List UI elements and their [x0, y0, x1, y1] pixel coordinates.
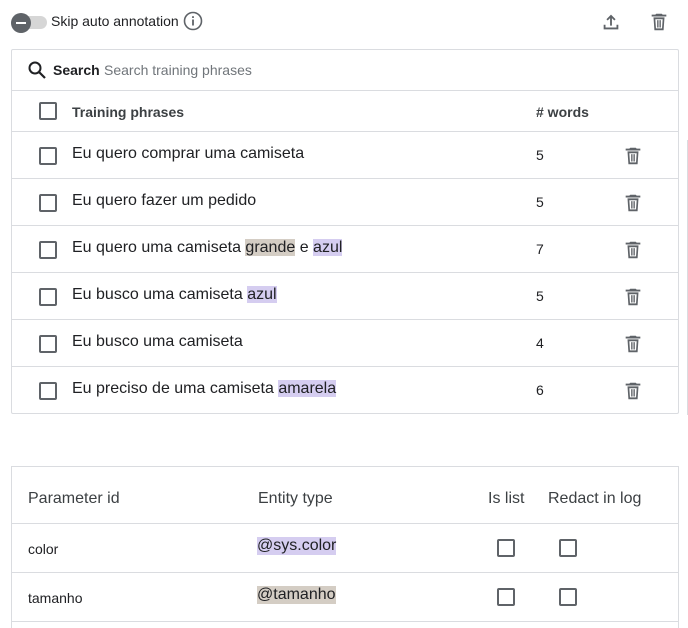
phrase-text: Eu preciso de uma camiseta	[72, 380, 279, 397]
table-row: Eu busco uma camiseta 4	[12, 320, 678, 367]
delete-all-icon[interactable]	[648, 11, 670, 33]
annotated-entity: grande	[245, 239, 296, 256]
parameter-id: color	[28, 541, 59, 557]
training-phrase[interactable]: Eu preciso de uma camiseta amarela	[72, 380, 337, 398]
parameter-id: tamanho	[28, 590, 83, 606]
entity-type[interactable]: @tamanho	[257, 586, 336, 604]
annotated-entity: azul	[313, 239, 343, 256]
delete-icon[interactable]	[622, 192, 644, 214]
search-icon	[28, 61, 46, 79]
word-count: 6	[536, 382, 544, 398]
table-row: Eu quero uma camiseta grande e azul 7	[12, 226, 678, 273]
column-header-parameter-id: Parameter id	[28, 490, 120, 507]
is-list-checkbox[interactable]	[497, 539, 515, 557]
upload-icon[interactable]	[600, 11, 622, 33]
column-header-redact-in-log: Redact in log	[548, 490, 642, 507]
row-checkbox[interactable]	[39, 335, 57, 353]
table-row: color @sys.color	[12, 524, 678, 573]
table-row: Eu quero comprar uma camiseta 5	[12, 132, 678, 179]
annotated-entity: amarela	[278, 380, 337, 397]
phrases-table-header: Training phrases # words	[12, 91, 678, 132]
phrase-text: Eu quero fazer um pedido	[72, 192, 257, 209]
training-phrase[interactable]: Eu busco uma camiseta azul	[72, 286, 277, 304]
delete-icon[interactable]	[622, 145, 644, 167]
training-phrase[interactable]: Eu quero fazer um pedido	[72, 192, 256, 210]
row-checkbox[interactable]	[39, 288, 57, 306]
search-input[interactable]	[104, 59, 504, 81]
phrase-text: Eu quero uma camiseta	[72, 239, 246, 256]
search-bar: Search	[12, 50, 678, 91]
training-phrase[interactable]: Eu quero comprar uma camiseta	[72, 145, 304, 163]
skip-auto-annotation-label: Skip auto annotation	[51, 13, 179, 29]
column-header-is-list: Is list	[488, 490, 525, 507]
row-checkbox[interactable]	[39, 382, 57, 400]
delete-icon[interactable]	[622, 286, 644, 308]
select-all-checkbox[interactable]	[39, 102, 57, 120]
phrase-text: Eu busco uma camiseta	[72, 286, 248, 303]
phrase-text: Eu busco uma camiseta	[72, 333, 243, 350]
word-count: 7	[536, 241, 544, 257]
column-header-training-phrases: Training phrases	[72, 104, 185, 120]
row-checkbox[interactable]	[39, 194, 57, 212]
info-icon[interactable]	[183, 11, 203, 31]
toggle-knob	[11, 13, 31, 33]
parameters-card: Parameter id Entity type Is list Redact …	[11, 466, 679, 628]
word-count: 4	[536, 335, 544, 351]
delete-icon[interactable]	[622, 333, 644, 355]
skip-auto-annotation-toggle[interactable]	[11, 13, 47, 33]
search-label: Search	[53, 62, 100, 78]
phrase-text: e	[295, 239, 314, 256]
training-phrase[interactable]: Eu quero uma camiseta grande e azul	[72, 239, 343, 257]
training-phrases-card: Search Training phrases # words Eu quero…	[11, 49, 679, 414]
word-count: 5	[536, 194, 544, 210]
word-count: 5	[536, 147, 544, 163]
delete-icon[interactable]	[622, 239, 644, 261]
training-phrase[interactable]: Eu busco uma camiseta	[72, 333, 243, 351]
word-count: 5	[536, 288, 544, 304]
phrase-text: Eu quero comprar uma camiseta	[72, 145, 305, 162]
table-row: Eu quero fazer um pedido 5	[12, 179, 678, 226]
column-header-word-count: # words	[536, 104, 589, 120]
delete-icon[interactable]	[622, 380, 644, 402]
column-header-entity-type: Entity type	[258, 490, 333, 507]
table-row: tamanho @tamanho	[12, 573, 678, 622]
entity-type[interactable]: @sys.color	[257, 537, 337, 555]
row-checkbox[interactable]	[39, 241, 57, 259]
row-checkbox[interactable]	[39, 147, 57, 165]
table-row: Eu preciso de uma camiseta amarela 6	[12, 367, 678, 414]
redact-in-log-checkbox[interactable]	[559, 588, 577, 606]
parameters-table-header: Parameter id Entity type Is list Redact …	[12, 467, 678, 524]
table-row: Eu busco uma camiseta azul 5	[12, 273, 678, 320]
annotation-toolbar: Skip auto annotation	[0, 0, 688, 44]
redact-in-log-checkbox[interactable]	[559, 539, 577, 557]
annotated-entity: azul	[247, 286, 277, 303]
is-list-checkbox[interactable]	[497, 588, 515, 606]
